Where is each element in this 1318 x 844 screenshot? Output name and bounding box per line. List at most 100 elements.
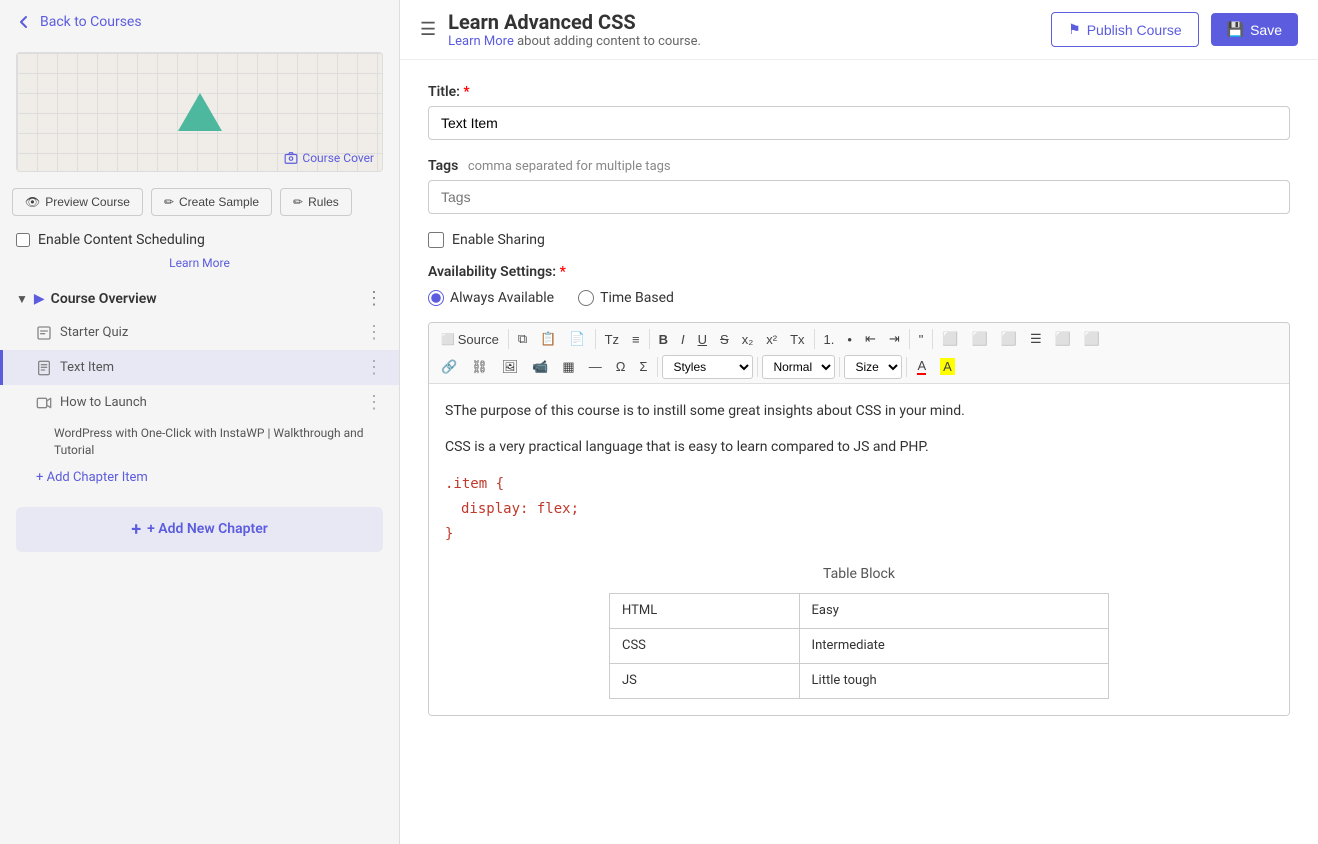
table-row: HTML Easy <box>610 593 1109 628</box>
font-color-button[interactable]: A <box>911 354 932 379</box>
header-text-group: Learn Advanced CSS Learn More about addi… <box>448 10 1039 49</box>
table-cell: Easy <box>799 593 1108 628</box>
outdent-button[interactable]: ⇤ <box>859 327 882 351</box>
underline-button[interactable]: U <box>692 328 713 351</box>
styles-select[interactable]: Styles Paragraph Heading 1 Heading 2 <box>662 355 753 379</box>
publish-course-button[interactable]: ⚑ Publish Course <box>1051 12 1199 47</box>
bg-color-button[interactable]: A <box>934 354 961 379</box>
text-item-dots[interactable]: ⋮ <box>365 357 383 378</box>
tags-input[interactable] <box>428 180 1290 214</box>
text-item-label: Text Item <box>60 360 114 375</box>
formula-icon: Σ <box>639 359 647 374</box>
chapter-header[interactable]: ▼ ▶ Course Overview ⋮ <box>0 282 399 315</box>
toolbar-divider-2 <box>595 329 596 349</box>
learn-more-row[interactable]: Learn More <box>0 256 399 278</box>
main-body: Title: * Tags comma separated for multip… <box>400 60 1318 844</box>
chapter-item-video[interactable]: How to Launch ⋮ <box>0 385 399 420</box>
size-select[interactable]: Size 8101214 <box>844 355 902 379</box>
chapter-menu-dots[interactable]: ⋮ <box>365 288 383 309</box>
paste-text-button[interactable]: 📄 <box>563 327 591 351</box>
indent-button[interactable]: ⇥ <box>883 327 906 351</box>
save-button[interactable]: 💾 Save <box>1211 13 1298 46</box>
code-line-2: display: flex; <box>445 497 1273 522</box>
source-icon: ⬜ <box>441 333 455 346</box>
blockquote-button[interactable]: " <box>913 328 930 351</box>
superscript-button[interactable]: x² <box>760 328 783 351</box>
italic-icon: I <box>681 332 685 347</box>
table-button[interactable]: ▦ <box>556 355 580 379</box>
format-icon: Tz <box>605 332 619 347</box>
time-based-label: Time Based <box>600 290 674 306</box>
font-color-icon: A <box>917 358 926 375</box>
justify-icon: ☰ <box>1030 331 1042 347</box>
editor-body[interactable]: SThe purpose of this course is to instil… <box>429 384 1289 715</box>
align-button[interactable]: ≡ <box>626 328 646 351</box>
bg-color-icon: A <box>940 358 955 375</box>
always-available-label: Always Available <box>450 290 554 306</box>
video-item-dots[interactable]: ⋮ <box>365 392 383 413</box>
course-cover-area: Course Cover <box>16 52 383 172</box>
add-new-chapter[interactable]: + + Add New Chapter <box>16 507 383 552</box>
paste-text-icon: 📄 <box>569 331 585 347</box>
subscript-button[interactable]: x₂ <box>736 328 760 351</box>
back-to-courses[interactable]: Back to Courses <box>0 0 399 44</box>
tags-label: Tags <box>428 158 458 174</box>
justify-button[interactable]: ☰ <box>1024 327 1048 351</box>
rtl-button[interactable]: ⬜ <box>1078 327 1106 351</box>
unordered-list-icon: • <box>847 332 852 347</box>
ltr-button[interactable]: ⬜ <box>1049 327 1077 351</box>
strikethrough-button[interactable]: S <box>714 328 735 351</box>
sidebar: Back to Courses Course Cover 👁 Preview C… <box>0 0 400 844</box>
formula-button[interactable]: Σ <box>633 355 653 378</box>
header-subtitle: Learn More about adding content to cours… <box>448 34 1039 49</box>
main-header: ☰ Learn Advanced CSS Learn More about ad… <box>400 0 1318 60</box>
hamburger-icon[interactable]: ☰ <box>420 19 436 40</box>
table-cell: Little tough <box>799 664 1108 699</box>
unordered-list-button[interactable]: • <box>841 328 858 351</box>
source-button[interactable]: ⬜ Source <box>435 328 505 351</box>
align-left-icon: ⬜ <box>942 331 958 347</box>
ordered-list-button[interactable]: 1. <box>818 328 841 351</box>
hr-button[interactable]: — <box>583 355 608 378</box>
availability-section: Availability Settings: * Always Availabl… <box>428 264 1290 306</box>
paste-button[interactable]: 📋 <box>534 327 562 351</box>
radio-always-available[interactable]: Always Available <box>428 290 554 306</box>
format-button[interactable]: Tz <box>599 328 625 351</box>
editor-toolbar: ⬜ Source ⧉ 📋 📄 Tz ≡ B I U S x₂ x² Tx 1. <box>429 323 1289 384</box>
toolbar-divider-1 <box>508 329 509 349</box>
radio-time-based[interactable]: Time Based <box>578 290 674 306</box>
learn-more-link[interactable]: Learn More <box>448 34 514 49</box>
editor-table: HTML Easy CSS Intermediate JS Little tou… <box>609 593 1109 699</box>
align-right-button[interactable]: ⬜ <box>995 327 1023 351</box>
link-button[interactable]: 🔗 <box>435 355 463 379</box>
enable-sharing-label: Enable Sharing <box>452 232 545 248</box>
copy-button[interactable]: ⧉ <box>512 327 533 351</box>
bold-button[interactable]: B <box>653 328 674 351</box>
tags-label-row: Tags comma separated for multiple tags <box>428 158 1290 174</box>
align-center-button[interactable]: ⬜ <box>966 327 994 351</box>
clear-format-button[interactable]: Tx <box>784 328 810 351</box>
starter-quiz-dots[interactable]: ⋮ <box>365 322 383 343</box>
enable-sharing-checkbox[interactable] <box>428 232 444 248</box>
video-item-label: How to Launch <box>60 395 147 410</box>
unlink-button[interactable]: ⛓ <box>465 355 494 379</box>
special-char-button[interactable]: Ω <box>610 355 632 378</box>
align-left-button[interactable]: ⬜ <box>936 327 964 351</box>
italic-button[interactable]: I <box>675 328 691 351</box>
chapter-item-starter-quiz[interactable]: Starter Quiz ⋮ <box>0 315 399 350</box>
media-button[interactable]: 📹 <box>526 355 554 379</box>
preview-course-button[interactable]: 👁 Preview Course <box>12 188 143 216</box>
radio-time-input[interactable] <box>578 290 594 306</box>
add-chapter-item[interactable]: + Add Chapter Item <box>0 464 399 491</box>
chapter-item-text-item[interactable]: Text Item ⋮ <box>0 350 399 385</box>
rules-button[interactable]: ✏ Rules <box>280 188 352 216</box>
scheduling-checkbox[interactable] <box>16 233 30 247</box>
title-input[interactable] <box>428 106 1290 140</box>
radio-always-input[interactable] <box>428 290 444 306</box>
chapter-title: Course Overview <box>51 291 359 307</box>
create-sample-button[interactable]: ✏ Create Sample <box>151 188 272 216</box>
course-cover-button[interactable]: Course Cover <box>284 151 374 165</box>
scheduling-label: Enable Content Scheduling <box>38 232 205 248</box>
normal-select[interactable]: Normal Bold Italic <box>762 355 835 379</box>
image-button[interactable]: 🖼 <box>496 355 525 379</box>
